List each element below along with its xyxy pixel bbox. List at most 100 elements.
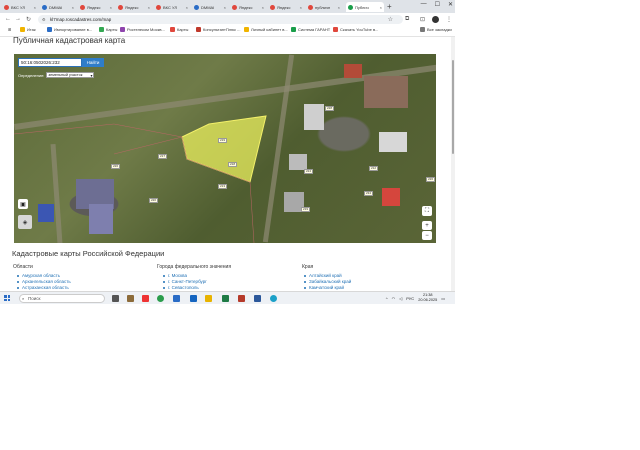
reload-icon[interactable]: ↻ <box>26 16 31 23</box>
tab-5[interactable]: DMMAI × <box>192 2 228 12</box>
task-view-icon[interactable] <box>112 295 119 302</box>
back-icon[interactable]: ← <box>5 16 11 22</box>
profile-avatar[interactable] <box>432 16 439 23</box>
minus-icon: − <box>425 232 429 239</box>
close-icon[interactable]: × <box>338 5 340 10</box>
close-icon[interactable]: × <box>110 5 112 10</box>
new-tab-button[interactable]: + <box>387 2 392 11</box>
menu-icon[interactable]: ⋮ <box>446 16 452 23</box>
close-icon[interactable]: × <box>300 5 302 10</box>
find-button[interactable]: Найти <box>82 58 104 67</box>
bullet-icon <box>17 286 19 289</box>
definition-select[interactable]: земельный участок ▾ <box>46 72 95 78</box>
bookmark-item[interactable]: Личный кабинет в... <box>244 27 288 32</box>
region-link[interactable]: Архангельская область <box>17 279 71 284</box>
column-title-federal-cities: Города федерального значения <box>157 264 232 270</box>
bookmark-star-icon[interactable]: ☆ <box>388 16 393 23</box>
close-icon[interactable]: × <box>148 5 150 10</box>
bookmark-item[interactable]: Карты <box>170 27 188 32</box>
forward-icon[interactable]: → <box>15 16 21 22</box>
bookmark-item[interactable]: КонсультантПлюс ... <box>196 27 241 32</box>
cadastral-number-input[interactable] <box>18 58 82 67</box>
zoom-out-button[interactable]: − <box>422 231 432 240</box>
site-info-icon[interactable]: ⚙ <box>42 17 46 22</box>
bookmark-item[interactable]: Импортирование в... <box>47 27 92 32</box>
city-link[interactable]: г. Севастополь <box>163 285 199 290</box>
city-link[interactable]: г. Москва <box>163 273 187 278</box>
parcel-number-label: 226 <box>111 164 121 169</box>
address-bar[interactable]: ⚙ kl7map.roscadastres.com/map ☆ <box>38 15 403 24</box>
bookmark-item[interactable]: Система ГАРАНТ <box>291 27 330 32</box>
region-link[interactable]: Астраханская область <box>17 285 69 290</box>
bookmark-icon <box>120 27 125 32</box>
address-text: kl7map.roscadastres.com/map <box>50 17 112 22</box>
city-link[interactable]: г. Санкт-Петербург <box>163 279 207 284</box>
yandex-icon[interactable] <box>142 295 149 302</box>
krai-link[interactable]: Алтайский край <box>304 273 342 278</box>
edge-icon[interactable] <box>270 295 277 302</box>
tab-0[interactable]: ВКС УЛ × <box>2 2 38 12</box>
parcel-number-label: 219 <box>301 207 311 212</box>
all-bookmarks[interactable]: Все закладки <box>420 27 452 32</box>
scrollbar-thumb[interactable] <box>452 60 454 154</box>
wifi-icon[interactable]: ◠ <box>392 296 396 301</box>
taskbar-search[interactable]: ⌕ Поиск <box>19 294 105 303</box>
tab-8[interactable]: публичн × <box>306 2 342 12</box>
krai-link[interactable]: Забайкальский край <box>304 279 351 284</box>
excel-icon[interactable] <box>222 295 229 302</box>
word-icon[interactable] <box>254 295 261 302</box>
language-indicator[interactable]: РУС <box>406 296 414 301</box>
maximize-icon[interactable]: ☐ <box>435 1 440 8</box>
start-button[interactable] <box>4 295 10 301</box>
tab-favicon-icon <box>42 4 47 10</box>
notification-icon[interactable]: ▭ <box>441 296 445 301</box>
fullscreen-button[interactable]: ⛶ <box>422 206 432 216</box>
folder-icon <box>420 27 425 32</box>
selected-parcel[interactable] <box>181 115 267 183</box>
tab-3[interactable]: Яндекс × <box>116 2 152 12</box>
tab-4[interactable]: ВКС УЛ × <box>154 2 190 12</box>
bullet-icon <box>304 274 306 277</box>
tab-6[interactable]: Яндекс × <box>230 2 266 12</box>
bookmark-item[interactable]: Скачать YouTube в... <box>333 27 378 32</box>
close-icon[interactable]: × <box>72 5 74 10</box>
map-logo-icon: ▣ <box>20 201 26 208</box>
close-icon[interactable]: × <box>224 5 226 10</box>
close-icon[interactable]: × <box>262 5 264 10</box>
tab-active[interactable]: Публич × <box>346 2 384 12</box>
krai-link[interactable]: Камчатский край <box>304 285 344 290</box>
tab-7[interactable]: Яндекс × <box>268 2 304 12</box>
close-icon[interactable]: × <box>186 5 188 10</box>
apps-icon[interactable]: ⊞ <box>8 27 11 32</box>
map-logo-button[interactable]: ▣ <box>18 199 28 209</box>
close-icon[interactable]: × <box>380 5 382 10</box>
downloads-icon[interactable]: ⊡ <box>420 16 425 23</box>
browser-window: ВКС УЛ × DMMAI × Яндекс × Яндекс × ВКС УЛ × D… <box>0 0 455 304</box>
extensions-icon[interactable]: ⧉ <box>405 16 409 23</box>
close-window-icon[interactable]: ✕ <box>448 1 453 8</box>
bookmark-item[interactable]: Итак <box>20 27 36 32</box>
bookmark-item[interactable]: Ростелеком Москв... <box>120 27 165 32</box>
zoom-in-button[interactable]: + <box>422 221 432 230</box>
bookmark-item[interactable]: Карты <box>99 27 117 32</box>
region-link[interactable]: Амурская область <box>17 273 60 278</box>
file-explorer-icon[interactable] <box>205 295 212 302</box>
chrome-icon[interactable] <box>157 295 164 302</box>
tab-favicon-icon <box>156 4 161 10</box>
satellite-map[interactable]: 219 218 217 226 213 220 224 228 234 219 … <box>14 54 436 243</box>
minimize-icon[interactable]: — <box>421 1 427 8</box>
fullscreen-icon: ⛶ <box>424 207 430 214</box>
tab-1[interactable]: DMMAI × <box>40 2 76 12</box>
tab-2[interactable]: Яндекс × <box>78 2 114 12</box>
bullet-icon <box>304 286 306 289</box>
clock[interactable]: 21:38 20.06.2025 <box>418 293 437 303</box>
volume-icon[interactable]: ◁ <box>399 296 402 301</box>
close-icon[interactable]: × <box>34 5 36 10</box>
bookmark-icon <box>291 27 296 32</box>
app-icon[interactable] <box>190 295 197 302</box>
app-icon[interactable] <box>127 295 134 302</box>
outlook-icon[interactable] <box>173 295 180 302</box>
app-icon[interactable] <box>238 295 245 302</box>
tray-chevron-icon[interactable]: ^ <box>386 296 388 301</box>
layers-button[interactable]: ◈ <box>18 215 32 229</box>
